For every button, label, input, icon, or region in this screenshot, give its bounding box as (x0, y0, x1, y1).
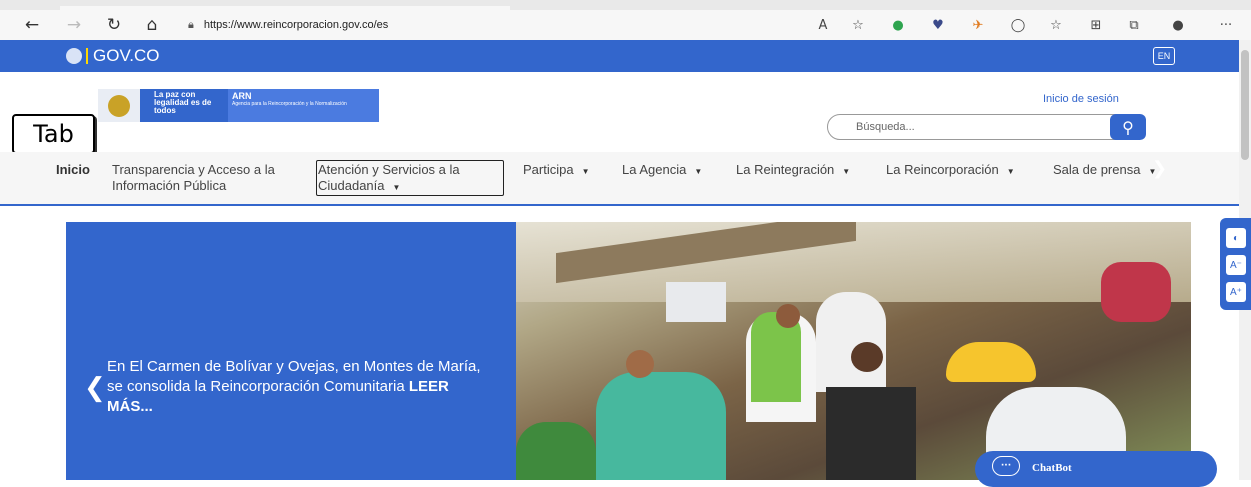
refresh-icon[interactable]: ↻ (102, 13, 126, 37)
gov-co-bar: GOV.CO EN (0, 40, 1239, 72)
collections-icon[interactable]: ⊞ (1086, 15, 1106, 35)
slogan-text: La paz con legalidad es de todos (140, 89, 228, 122)
menu-item-la-reincorporacion-label: La Reincorporación (886, 162, 999, 177)
main-menu: Inicio Transparencia y Acceso a la Infor… (0, 152, 1239, 206)
menu-item-participa[interactable]: Participa ▼ (523, 162, 590, 180)
search-form: Búsqueda... ⚲ (827, 114, 1147, 140)
read-aloud-icon[interactable]: A (813, 15, 833, 35)
agency-short-name: ARN (232, 91, 252, 101)
caret-down-icon: ▼ (581, 167, 590, 176)
menu-item-participa-label: Participa (523, 162, 574, 177)
gov-co-logo[interactable]: GOV.CO (66, 46, 159, 66)
extension-green-icon[interactable]: ● (888, 15, 908, 35)
chevron-left-icon[interactable]: ❮ (84, 373, 106, 403)
scrollbar-thumb[interactable] (1241, 50, 1249, 160)
favorite-star-icon[interactable]: ☆ (848, 15, 868, 35)
menu-item-sala-de-prensa[interactable]: Sala de prensa ▼ (1053, 162, 1156, 180)
search-button[interactable]: ⚲ (1110, 114, 1146, 140)
forward-arrow-icon[interactable]: → (62, 13, 86, 37)
menu-item-la-reintegracion[interactable]: La Reintegración ▼ (736, 162, 850, 180)
address-bar[interactable]: 🔒︎ https://www.reincorporacion.gov.co/es (188, 14, 808, 36)
agency-block: ARN Agencia para la Reincorporación y la… (228, 89, 379, 122)
more-options-icon[interactable]: ··· (1216, 15, 1236, 35)
caret-down-icon: ▼ (842, 167, 851, 176)
hero-caption[interactable]: En El Carmen de Bolívar y Ovejas, en Mon… (107, 357, 487, 417)
chat-bubble-icon: ··· (992, 456, 1020, 476)
extension-icon[interactable]: ◯ (1008, 15, 1028, 35)
menu-item-home[interactable]: Inicio (56, 162, 90, 178)
menu-item-transparencia[interactable]: Transparencia y Acceso a la Información … (112, 162, 302, 194)
menu-item-sala-de-prensa-label: Sala de prensa (1053, 162, 1141, 177)
hero-caption-panel: ❮ En El Carmen de Bolívar y Ovejas, en M… (66, 222, 516, 480)
hero-photo-community-gathering[interactable] (516, 222, 1191, 480)
caret-down-icon: ▼ (694, 167, 703, 176)
tab-key-overlay: Tab (12, 114, 95, 154)
search-icon: ⚲ (1122, 117, 1134, 137)
caret-down-icon: ▼ (392, 183, 401, 192)
menu-item-la-agencia[interactable]: La Agencia ▼ (622, 162, 702, 180)
extension-bird-icon[interactable]: ✈ (968, 15, 988, 35)
chatbot-label: ChatBot (1032, 462, 1072, 474)
national-crest-icon (98, 89, 140, 122)
colombia-shield-icon (66, 48, 82, 64)
agency-full-name: Agencia para la Reincorporación y la Nor… (232, 101, 347, 107)
hero-carousel: ❮ En El Carmen de Bolívar y Ovejas, en M… (66, 222, 1191, 480)
lock-icon: 🔒︎ (188, 18, 194, 31)
menu-item-la-reintegracion-label: La Reintegración (736, 162, 835, 177)
profile-avatar-icon[interactable]: ● (1168, 15, 1188, 35)
browser-toolbar: ← → ↻ ⌂ 🔒︎ https://www.reincorporacion.g… (0, 10, 1251, 40)
back-arrow-icon[interactable]: ← (20, 13, 44, 37)
caret-down-icon: ▼ (1006, 167, 1015, 176)
menu-item-la-reincorporacion[interactable]: La Reincorporación ▼ (886, 162, 1015, 180)
gov-co-text: GOV.CO (93, 46, 160, 65)
decrease-font-button[interactable]: A⁻ (1226, 255, 1246, 275)
extension-heart-icon[interactable]: ♥ (928, 15, 948, 35)
increase-font-button[interactable]: A⁺ (1226, 282, 1246, 302)
arn-brand-logo[interactable]: La paz con legalidad es de todos ARN Age… (98, 89, 379, 122)
menu-item-la-agencia-label: La Agencia (622, 162, 687, 177)
logo-divider (86, 48, 88, 64)
search-input[interactable]: Búsqueda... (827, 114, 1117, 140)
share-icon[interactable]: ⧉ (1124, 15, 1144, 35)
url-text: https://www.reincorporacion.gov.co/es (203, 19, 389, 31)
menu-item-atencion[interactable]: Atención y Servicios a la Ciudadanía ▼ (318, 162, 503, 196)
contrast-toggle-icon[interactable]: ◐ (1226, 228, 1246, 248)
chatbot-button[interactable]: ··· ChatBot (975, 451, 1217, 487)
menu-item-atencion-label: Atención y Servicios a la Ciudadanía (318, 162, 460, 193)
home-icon[interactable]: ⌂ (140, 13, 164, 37)
language-button[interactable]: EN (1153, 47, 1175, 65)
tab-strip (0, 0, 1251, 10)
chevron-right-icon[interactable]: ❯ (1152, 158, 1167, 179)
accessibility-toolbar: ◐ A⁻ A⁺ (1220, 218, 1251, 310)
site-header: La paz con legalidad es de todos ARN Age… (0, 72, 1239, 154)
login-link[interactable]: Inicio de sesión (1043, 93, 1119, 105)
favorites-icon[interactable]: ☆ (1046, 15, 1066, 35)
